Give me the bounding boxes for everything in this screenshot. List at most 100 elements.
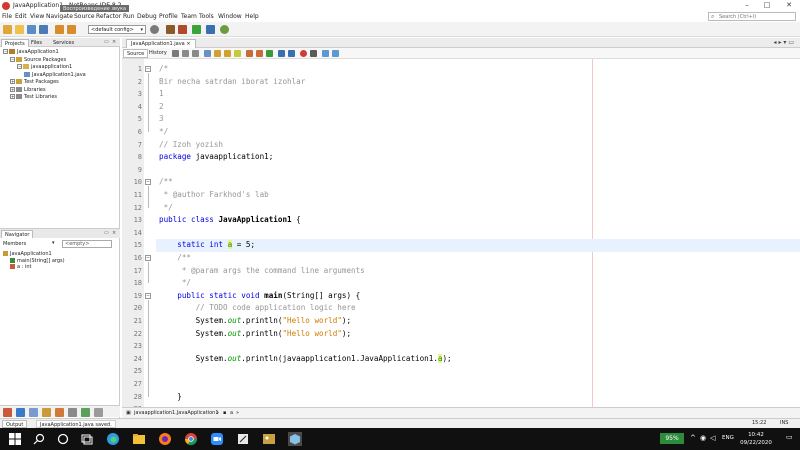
notification-icon[interactable]: ▭ <box>786 433 793 441</box>
code-line[interactable]: */ <box>159 126 168 139</box>
uncomment-icon[interactable] <box>332 50 339 57</box>
collapse-icon[interactable]: − <box>3 49 8 54</box>
chrome-icon[interactable] <box>184 432 198 446</box>
code-line[interactable]: // Izoh yozish <box>159 139 223 152</box>
menu-refactor[interactable]: Refactor <box>96 13 121 20</box>
zoom-icon[interactable] <box>210 432 224 446</box>
tab-projects[interactable]: Projects <box>1 39 29 47</box>
undo-icon[interactable] <box>55 25 64 34</box>
shift-right-icon[interactable] <box>288 50 295 57</box>
minimize-panel-icon[interactable]: ▭ <box>104 39 109 45</box>
file-explorer-icon[interactable] <box>132 432 146 446</box>
stop-macro-icon[interactable] <box>310 50 317 57</box>
new-project-icon[interactable] <box>3 25 12 34</box>
menu-team[interactable]: Team <box>181 13 197 20</box>
build-icon[interactable] <box>166 25 175 34</box>
forward-icon[interactable] <box>192 50 199 57</box>
redo-icon[interactable] <box>67 25 76 34</box>
find-selection-icon[interactable] <box>204 50 211 57</box>
output-tab[interactable]: Output <box>2 420 28 428</box>
find-next-icon[interactable] <box>224 50 231 57</box>
tree-item[interactable]: − JavaApplication1 <box>3 49 59 56</box>
windows-start-icon[interactable] <box>8 432 22 446</box>
breadcrumb-class[interactable]: javaapplication1.JavaApplication1 <box>134 410 219 416</box>
code-line[interactable]: /* <box>159 63 168 76</box>
code-line[interactable]: System.out.println(javaapplication1.Java… <box>159 353 452 366</box>
code-line[interactable]: * @author Farkhod's lab <box>159 189 269 202</box>
filter-static-icon[interactable] <box>16 408 25 417</box>
scroll-right-icon[interactable]: ▸ <box>778 39 781 46</box>
code-line[interactable]: public static void main(String[] args) { <box>159 290 360 303</box>
toggle-highlight-icon[interactable] <box>234 50 241 57</box>
code-line[interactable]: System.out.println("Hello world"); <box>159 315 351 328</box>
code-line[interactable]: // TODO code application logic here <box>159 302 356 315</box>
fold-toggle-icon[interactable]: − <box>145 179 151 186</box>
open-project-icon[interactable] <box>27 25 36 34</box>
maximize-editor-icon[interactable]: ▭ <box>788 39 794 46</box>
clean-build-icon[interactable] <box>178 25 187 34</box>
code-line[interactable]: } <box>159 391 182 404</box>
menu-navigate[interactable]: Navigate <box>46 13 73 20</box>
maximize-button[interactable]: □ <box>760 1 774 10</box>
tree-item[interactable]: + Test Libraries <box>10 94 57 101</box>
settings-icon[interactable] <box>150 25 159 34</box>
javadoc-icon[interactable] <box>94 408 103 417</box>
menu-run[interactable]: Run <box>123 13 135 20</box>
close-tab-icon[interactable]: × <box>186 41 190 47</box>
tree-item[interactable]: + Libraries <box>10 86 46 94</box>
comment-icon[interactable] <box>322 50 329 57</box>
navigator-select[interactable]: <empty> <box>62 240 112 248</box>
edge-icon[interactable] <box>106 432 120 446</box>
search-icon[interactable] <box>32 432 46 446</box>
code-line[interactable]: 2 <box>159 101 164 114</box>
history-button[interactable]: History <box>146 49 170 58</box>
tree-item[interactable]: − Source Packages <box>10 56 66 64</box>
menu-profile[interactable]: Profile <box>159 13 178 20</box>
menu-file[interactable]: File <box>2 13 12 20</box>
navigator-item[interactable]: a : int <box>10 264 31 271</box>
battery-indicator[interactable]: 95% <box>660 433 684 444</box>
file-tab[interactable]: JavaApplication1.java × <box>126 39 196 48</box>
source-button[interactable]: Source <box>123 49 149 58</box>
code-line[interactable]: Bir necha satrdan iborat izohlar <box>159 76 305 89</box>
clock[interactable]: 10:42 09/22/2020 <box>736 431 776 447</box>
profile-icon[interactable] <box>220 25 229 34</box>
volume-icon[interactable]: ◁ <box>710 434 715 442</box>
code-line[interactable]: /** <box>159 176 173 189</box>
back-icon[interactable] <box>182 50 189 57</box>
firefox-icon[interactable] <box>158 432 172 446</box>
code-area[interactable]: /* Bir necha satrdan iborat izohlar 1 2 3 */ /… <box>156 59 800 407</box>
app-icon[interactable] <box>236 432 250 446</box>
breadcrumb-field[interactable]: a <box>230 410 233 416</box>
find-previous-icon[interactable] <box>214 50 221 57</box>
chevron-up-icon[interactable]: ^ <box>690 434 696 442</box>
tab-list-icon[interactable]: ▾ <box>783 39 786 46</box>
menu-view[interactable]: View <box>30 13 44 20</box>
fqn-icon[interactable] <box>81 408 90 417</box>
menu-window[interactable]: Window <box>218 13 242 20</box>
code-line[interactable]: package javaapplication1; <box>159 151 273 164</box>
cortana-icon[interactable] <box>56 432 70 446</box>
close-button[interactable]: ✕ <box>782 1 796 10</box>
scroll-left-icon[interactable]: ◂ <box>774 39 777 46</box>
code-line[interactable]: 1 <box>159 88 164 101</box>
close-panel-icon[interactable]: × <box>112 230 116 236</box>
fold-toggle-icon[interactable]: − <box>145 292 151 299</box>
minimize-button[interactable]: – <box>740 1 754 10</box>
collapse-icon[interactable]: − <box>17 64 22 69</box>
filter-inherited-icon[interactable] <box>42 408 51 417</box>
fold-toggle-icon[interactable]: − <box>145 255 151 261</box>
start-macro-icon[interactable] <box>300 50 307 57</box>
filter-nonpublic-icon[interactable] <box>29 408 38 417</box>
tab-services[interactable]: Services <box>50 39 77 47</box>
collapse-icon[interactable]: − <box>10 56 15 62</box>
fold-toggle-icon[interactable]: − <box>145 66 151 72</box>
members-label[interactable]: Members <box>3 241 26 247</box>
code-line[interactable]: System.out.println("Hello world"); <box>159 328 351 341</box>
code-line[interactable]: /** <box>159 252 191 265</box>
menu-tools[interactable]: Tools <box>199 13 214 20</box>
minimize-panel-icon[interactable]: ▭ <box>104 230 109 236</box>
close-panel-icon[interactable]: × <box>112 39 116 45</box>
config-select[interactable]: <default config> ▾ <box>88 25 146 34</box>
code-line[interactable]: 3 <box>159 113 164 126</box>
